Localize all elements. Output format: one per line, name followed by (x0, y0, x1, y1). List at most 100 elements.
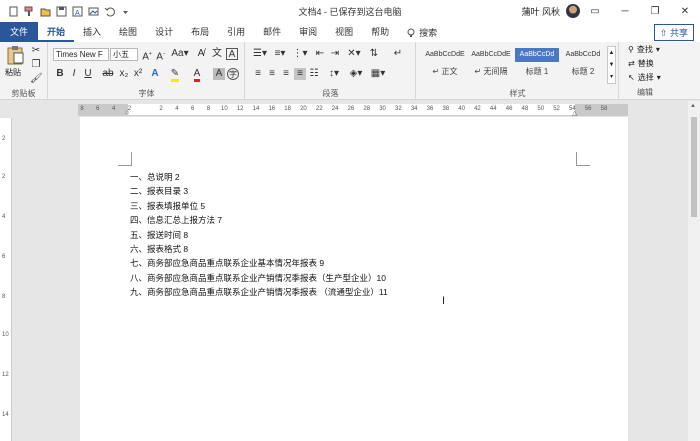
copy-icon[interactable]: ❐ (30, 59, 42, 71)
align-right-icon[interactable]: ≡ (280, 68, 292, 80)
character-shading-icon[interactable]: A (213, 68, 225, 80)
font-group-label: 字体 (138, 89, 155, 98)
ruler-tick: 6 (96, 106, 100, 112)
distributed-icon[interactable]: ☷ (308, 68, 320, 80)
highlight-color-icon[interactable]: ✎ (169, 68, 181, 82)
tab-view[interactable]: 视图 (326, 24, 362, 42)
list-item[interactable]: 七、商务部应急商品重点联系企业基本情况年报表 9 (130, 256, 388, 270)
tab-help[interactable]: 帮助 (362, 24, 398, 42)
sort-icon[interactable]: ⇅ (368, 48, 380, 60)
tab-file[interactable]: 文件 (0, 22, 39, 42)
restore-button[interactable]: ❐ (640, 0, 670, 22)
format-painter-icon[interactable]: 🖌 (30, 73, 43, 85)
tab-mailings[interactable]: 邮件 (254, 24, 290, 42)
user-account[interactable]: 蒲叶 风秋 (521, 4, 580, 18)
superscript-icon[interactable]: x² (132, 68, 144, 80)
vertical-scrollbar[interactable]: ▲ (688, 101, 700, 441)
cut-icon[interactable]: ✂ (30, 45, 42, 57)
list-item[interactable]: 一、总说明 2 (130, 170, 388, 184)
grow-font-icon[interactable]: A+ (141, 48, 153, 62)
style-heading-2[interactable]: AaBbCcDd 标题 2 (561, 48, 605, 82)
strikethrough-icon[interactable]: ab (100, 68, 116, 80)
list-item[interactable]: 三、报表填报单位 5 (130, 199, 388, 213)
indent-marker-icon[interactable]: ⌂ (125, 109, 129, 116)
shading-icon[interactable]: ◈▾ (348, 68, 364, 80)
tab-references[interactable]: 引用 (218, 24, 254, 42)
phonetic-guide-icon[interactable]: 文 (211, 48, 223, 60)
tab-review[interactable]: 审阅 (290, 24, 326, 42)
font-name-select[interactable]: Times New F (53, 48, 109, 61)
list-item[interactable]: 五、报送时间 8 (130, 228, 388, 242)
list-item[interactable]: 二、报表目录 3 (130, 184, 388, 198)
style-heading-1-sample: AaBbCcDd (515, 48, 559, 62)
tab-design[interactable]: 设计 (146, 24, 182, 42)
style-normal[interactable]: AaBbCcDdE ↵ 正文 (423, 48, 467, 82)
style-no-spacing[interactable]: AaBbCcDdE ↵ 无间隔 (469, 48, 513, 82)
list-item[interactable]: 四、信息汇总上报方法 7 (130, 213, 388, 227)
qat-customize-icon[interactable] (120, 6, 131, 17)
ruler-tick: 56 (584, 106, 592, 112)
chinese-layout-icon[interactable]: ✕▾ (346, 48, 362, 60)
increase-indent-icon[interactable]: ⇥ (329, 48, 341, 60)
avatar[interactable] (566, 4, 580, 18)
share-button[interactable]: ⇧ 共享 (653, 24, 694, 41)
change-case-icon[interactable]: Aa▾ (171, 48, 189, 60)
enclose-characters-icon[interactable]: A (226, 48, 238, 60)
text-effects-icon[interactable]: A (149, 68, 161, 80)
close-button[interactable]: ✕ (670, 0, 700, 22)
list-item[interactable]: 八、商务部应急商品重点联系企业产销情况季报表（生产型企业）10 (130, 271, 388, 285)
list-item[interactable]: 六、报表格式 8 (130, 242, 388, 256)
enclose-circle-icon[interactable]: 字 (227, 68, 239, 80)
tab-insert[interactable]: 插入 (74, 24, 110, 42)
line-spacing-icon[interactable]: ↕▾ (326, 68, 342, 80)
tab-layout[interactable]: 布局 (182, 24, 218, 42)
open-icon[interactable] (40, 6, 51, 17)
clear-formatting-icon[interactable]: A̸ (195, 48, 207, 60)
paste-button[interactable]: 粘贴 (5, 67, 21, 78)
show-marks-icon[interactable]: ↵ (392, 48, 404, 60)
scrollbar-thumb[interactable] (691, 117, 697, 217)
find-button[interactable]: ⚲ 查找 ▾ (628, 44, 660, 55)
ribbon-display-options-button[interactable]: ▭ (580, 0, 610, 22)
font-size-select[interactable]: 小五 (110, 48, 138, 61)
borders-icon[interactable]: ▦▾ (370, 68, 386, 80)
numbering-icon[interactable]: ≡▾ (272, 48, 288, 60)
vruler-tick: 4 (2, 214, 6, 220)
minimize-button[interactable]: ─ (610, 0, 640, 22)
list-item[interactable]: 九、商务部应急商品重点联系企业产销情况季报表 （流通型企业）11 (130, 285, 388, 299)
font-color-icon[interactable]: A (191, 68, 203, 82)
right-indent-marker-icon[interactable]: △ (572, 109, 577, 117)
replace-button[interactable]: ⇄ 替换 (628, 58, 654, 69)
align-center-icon[interactable]: ≡ (266, 68, 278, 80)
subscript-icon[interactable]: x₂ (118, 68, 130, 80)
ruler-tick: 24 (331, 106, 339, 112)
style-heading-1[interactable]: AaBbCcDd 标题 1 (515, 48, 559, 82)
text-box-icon[interactable]: A (72, 6, 83, 17)
tab-home[interactable]: 开始 (38, 24, 75, 42)
scroll-up-icon[interactable]: ▲ (690, 103, 696, 109)
ruler-tick: 48 (521, 106, 529, 112)
tell-me-search[interactable]: 搜索 (398, 24, 445, 42)
bullets-icon[interactable]: ☰▾ (252, 48, 268, 60)
align-left-icon[interactable]: ≡ (252, 68, 264, 80)
italic-icon[interactable]: I (68, 68, 80, 80)
group-clipboard: 粘贴 ✂ ❐ 🖌 剪贴板 (0, 42, 48, 100)
new-document-icon[interactable] (8, 6, 19, 17)
bold-icon[interactable]: B (54, 68, 66, 80)
document-page[interactable]: 一、总说明 2 二、报表目录 3 三、报表填报单位 5 四、信息汇总上报方法 7… (80, 117, 628, 441)
horizontal-ruler[interactable]: 8 6 4 2 2 4 6 8 10 12 14 16 18 20 22 24 26 28 30 32 34 36 38 40… (78, 104, 628, 117)
save-icon[interactable] (56, 6, 67, 17)
styles-scroll[interactable]: ▲ ▼ ▾ (607, 46, 616, 84)
tab-draw[interactable]: 绘图 (110, 24, 146, 42)
undo-icon[interactable] (104, 6, 115, 17)
paste-icon[interactable] (6, 45, 24, 65)
underline-icon[interactable]: U (82, 68, 94, 80)
picture-icon[interactable] (88, 6, 99, 17)
shrink-font-icon[interactable]: A− (155, 48, 167, 62)
multilevel-list-icon[interactable]: ⋮▾ (292, 48, 308, 60)
select-button[interactable]: ↖ 选择 ▾ (628, 72, 661, 83)
decrease-indent-icon[interactable]: ⇤ (314, 48, 326, 60)
group-styles: AaBbCcDdE ↵ 正文 AaBbCcDdE ↵ 无间隔 AaBbCcDd … (417, 42, 619, 100)
justify-icon[interactable]: ≡ (294, 68, 306, 80)
format-painter-icon[interactable] (24, 6, 35, 17)
